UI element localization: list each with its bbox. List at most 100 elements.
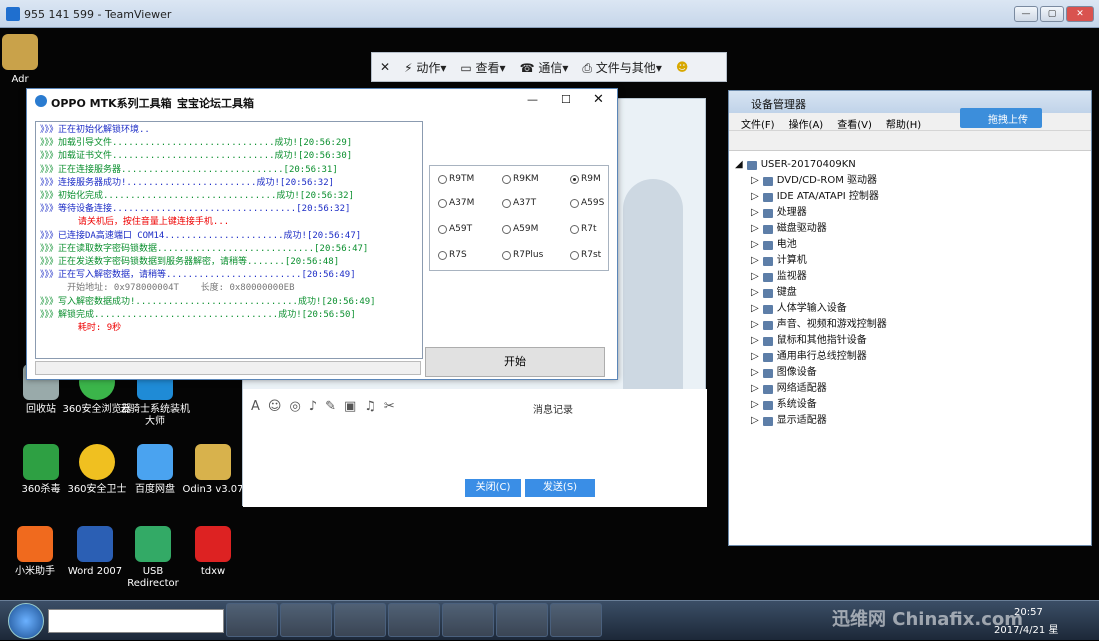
tdxw-icon[interactable]: tdxw	[178, 526, 248, 578]
close-button[interactable]: ✕	[1066, 6, 1094, 22]
log-line: 》》》正在初始化解锁环境..	[40, 125, 150, 135]
device-tree[interactable]: ◢ USER-20170409KN ▷ DVD/CD-ROM 驱动器 ▷ IDE A…	[735, 157, 887, 429]
radio-circle-icon[interactable]	[438, 250, 447, 260]
start-button-orb[interactable]	[8, 603, 44, 639]
tree-item[interactable]: ▷ DVD/CD-ROM 驱动器	[735, 173, 887, 189]
tree-item[interactable]: ▷ 通用串行总线控制器	[735, 349, 887, 365]
log-panel[interactable]: 》》》正在初始化解锁环境.. 》》》加载引导文件.................…	[35, 121, 423, 359]
log-line: 耗时: 9秒	[40, 323, 122, 334]
tool-close[interactable]: ✕	[593, 92, 604, 107]
radio-label: A59M	[513, 224, 539, 234]
tree-item[interactable]: ▷ 磁盘驱动器	[735, 221, 887, 237]
message-editor[interactable]: A☺◎♪✎▣♫✂ 消息记录 关闭(C) 发送(S)	[243, 389, 707, 507]
device-icon	[762, 208, 773, 218]
devmgr-menu-item[interactable]: 查看(V)	[837, 116, 872, 131]
oppo-tool-window: OPPO MTK系列工具箱 宝宝论坛工具箱 — ☐ ✕ 》》》正在初始化解锁环境…	[26, 88, 618, 380]
toolbar-close-icon[interactable]: ✕	[380, 60, 390, 74]
device-icon	[762, 256, 773, 266]
devmgr-menu-item[interactable]: 操作(A)	[789, 116, 824, 131]
odin-icon[interactable]: Odin3 v3.07	[178, 444, 248, 496]
tree-item-label: 系统设备	[776, 399, 817, 410]
radio-r7t[interactable]: R7t	[570, 224, 597, 234]
tree-item[interactable]: ▷ 系统设备	[735, 397, 887, 413]
radio-a37t[interactable]: A37T	[502, 198, 536, 208]
taskbar-app-360[interactable]	[226, 603, 278, 637]
log-line: 》》》写入解密数据成功!............................…	[40, 296, 376, 307]
radio-r7st[interactable]: R7st	[570, 250, 601, 260]
minimize-button[interactable]: —	[1014, 6, 1038, 22]
devmgr-menu-item[interactable]: 帮助(H)	[886, 116, 921, 131]
taskbar-app-tool[interactable]	[334, 603, 386, 637]
tree-item-label: 计算机	[776, 255, 807, 266]
taskbar-app-red1[interactable]	[496, 603, 548, 637]
taskbar-app-ie[interactable]	[388, 603, 440, 637]
device-manager-window: 设备管理器 文件(F) 操作(A) 查看(V) 帮助(H) ◢ USER-201704…	[728, 90, 1092, 546]
tree-item[interactable]: ▷ 键盘	[735, 285, 887, 301]
log-line: 》》》正在写入解密数据，请稍等.........................…	[40, 270, 356, 281]
radio-circle-icon[interactable]	[570, 250, 579, 260]
tree-root[interactable]: ◢ USER-20170409KN	[735, 157, 887, 173]
taskbar-search-input[interactable]	[48, 609, 224, 633]
close-chat-button[interactable]: 关闭(C)	[465, 479, 521, 497]
radio-circle-icon[interactable]	[502, 174, 511, 184]
devmgr-menu-item[interactable]: 文件(F)	[741, 116, 775, 131]
radio-r9km[interactable]: R9KM	[502, 174, 539, 184]
tree-item[interactable]: ▷ 电池	[735, 237, 887, 253]
radio-circle-icon[interactable]	[438, 224, 447, 234]
tool-maximize[interactable]: ☐	[561, 93, 571, 106]
radio-a37m[interactable]: A37M	[438, 198, 474, 208]
radio-circle-icon[interactable]	[570, 224, 579, 234]
radio-label: R9TM	[449, 174, 475, 184]
radio-label: R9M	[581, 174, 601, 184]
upload-button[interactable]: 拖拽上传	[960, 108, 1042, 128]
tree-item[interactable]: ▷ 计算机	[735, 253, 887, 269]
comm-menu[interactable]: ☎ 通信▾	[520, 59, 569, 76]
taskbar-app-teamviewer[interactable]	[442, 603, 494, 637]
desktop-icon-partial[interactable]: Adr	[0, 34, 40, 86]
radio-circle-icon[interactable]	[502, 250, 511, 260]
radio-circle-icon[interactable]	[438, 198, 447, 208]
taskbar-app-explorer[interactable]	[280, 603, 332, 637]
taskbar-app-red2[interactable]	[550, 603, 602, 637]
action-menu[interactable]: ⚡ 动作▾	[404, 59, 446, 76]
start-button[interactable]: 开始	[425, 347, 605, 377]
tree-item[interactable]: ▷ 监视器	[735, 269, 887, 285]
radio-r9m[interactable]: R9M	[570, 174, 601, 184]
radio-r7plus[interactable]: R7Plus	[502, 250, 543, 260]
radio-a59t[interactable]: A59T	[438, 224, 472, 234]
tree-item[interactable]: ▷ 网络适配器	[735, 381, 887, 397]
tree-item[interactable]: ▷ 声音、视频和游戏控制器	[735, 317, 887, 333]
tool-minimize[interactable]: —	[527, 93, 538, 106]
tree-item-label: 网络适配器	[776, 383, 827, 394]
radio-circle-icon[interactable]	[438, 174, 447, 184]
radio-r7s[interactable]: R7S	[438, 250, 467, 260]
teamviewer-toolbar: ✕ ⚡ 动作▾ ▭ 查看▾ ☎ 通信▾ ⎙ 文件与其他▾ ☻	[371, 52, 727, 82]
tree-item[interactable]: ▷ 人体学输入设备	[735, 301, 887, 317]
radio-a59s[interactable]: A59S	[570, 198, 604, 208]
smiley-icon[interactable]: ☻	[676, 60, 689, 74]
send-button[interactable]: 发送(S)	[525, 479, 595, 497]
radio-r9tm[interactable]: R9TM	[438, 174, 474, 184]
radio-label: R7S	[449, 250, 467, 260]
tree-item[interactable]: ▷ 处理器	[735, 205, 887, 221]
radio-circle-icon[interactable]	[502, 224, 511, 234]
radio-circle-icon[interactable]	[570, 198, 579, 208]
editor-toolbar[interactable]: A☺◎♪✎▣♫✂	[251, 399, 403, 414]
devmgr-toolbar[interactable]	[729, 131, 1091, 151]
view-menu[interactable]: ▭ 查看▾	[460, 59, 505, 76]
maximize-button[interactable]: ▢	[1040, 6, 1064, 22]
radio-circle-icon[interactable]	[502, 198, 511, 208]
radio-label: R9KM	[513, 174, 539, 184]
tool-title: OPPO MTK系列工具箱	[51, 97, 172, 110]
tree-item[interactable]: ▷ 鼠标和其他指针设备	[735, 333, 887, 349]
tree-item[interactable]: ▷ 显示适配器	[735, 413, 887, 429]
window-title: 955 141 599 - TeamViewer	[24, 8, 172, 21]
radio-a59m[interactable]: A59M	[502, 224, 538, 234]
device-icon	[762, 176, 773, 186]
tree-item[interactable]: ▷ IDE ATA/ATAPI 控制器	[735, 189, 887, 205]
tool-header: OPPO MTK系列工具箱 宝宝论坛工具箱 — ☐ ✕	[27, 89, 617, 115]
files-menu[interactable]: ⎙ 文件与其他▾	[582, 59, 661, 76]
radio-circle-icon[interactable]	[570, 174, 579, 184]
tree-item[interactable]: ▷ 图像设备	[735, 365, 887, 381]
history-link[interactable]: 消息记录	[533, 401, 573, 416]
